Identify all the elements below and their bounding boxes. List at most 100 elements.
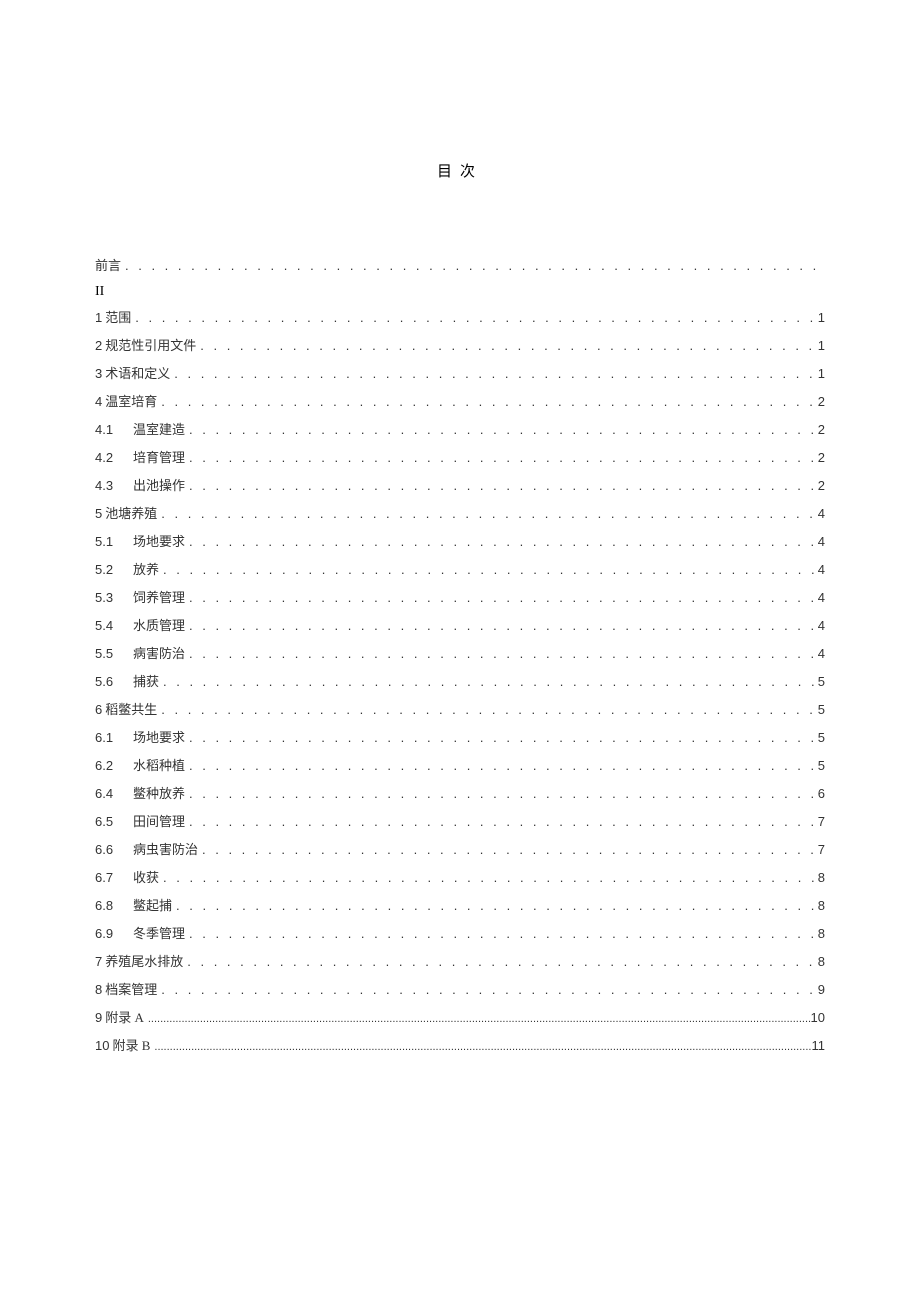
toc-dots: . . . . . . . . . . . . . . . . . . . . … bbox=[159, 560, 818, 580]
toc-entry-label: 病害防治 bbox=[133, 644, 185, 664]
toc-entry-label: 捕获 bbox=[133, 672, 159, 692]
toc-entry-label: 养殖尾水排放 bbox=[105, 952, 183, 972]
toc-entry-number: 4 bbox=[95, 392, 102, 412]
toc-page-number: 5 bbox=[818, 672, 825, 692]
toc-dots: . . . . . . . . . . . . . . . . . . . . … bbox=[157, 392, 818, 412]
toc-dots: . . . . . . . . . . . . . . . . . . . . … bbox=[198, 840, 818, 860]
toc-entry: 6.9冬季管理. . . . . . . . . . . . . . . . .… bbox=[95, 924, 825, 944]
toc-dots: . . . . . . . . . . . . . . . . . . . . … bbox=[185, 756, 818, 776]
document-page: 目次 前言. . . . . . . . . . . . . . . . . .… bbox=[0, 0, 920, 1056]
toc-entry-number: 10 bbox=[95, 1036, 109, 1056]
toc-entry-label: 范围 bbox=[105, 308, 131, 328]
toc-dots: . . . . . . . . . . . . . . . . . . . . … bbox=[157, 504, 818, 524]
toc-entry-preface: 前言. . . . . . . . . . . . . . . . . . . … bbox=[95, 256, 825, 276]
toc-entry-label: 水质管理 bbox=[133, 616, 185, 636]
toc-entry: 5.6捕获. . . . . . . . . . . . . . . . . .… bbox=[95, 672, 825, 692]
toc-dots: . . . . . . . . . . . . . . . . . . . . … bbox=[157, 980, 818, 1000]
toc-page-number: 8 bbox=[818, 952, 825, 972]
toc-entry-number: 6.4 bbox=[95, 784, 133, 804]
toc-dots: . . . . . . . . . . . . . . . . . . . . … bbox=[159, 868, 818, 888]
toc-entry-label: 培育管理 bbox=[133, 448, 185, 468]
toc-entry: 4.2培育管理. . . . . . . . . . . . . . . . .… bbox=[95, 448, 825, 468]
toc-entry-number: 9 bbox=[95, 1008, 102, 1028]
toc-entry: 6.7收获. . . . . . . . . . . . . . . . . .… bbox=[95, 868, 825, 888]
toc-entry-number: 7 bbox=[95, 952, 102, 972]
toc-entry: 6 稻鳖共生. . . . . . . . . . . . . . . . . … bbox=[95, 700, 825, 720]
toc-page-number: 2 bbox=[818, 392, 825, 412]
toc-entry-number: 4.1 bbox=[95, 420, 133, 440]
toc-entry-label: 病虫害防治 bbox=[133, 840, 198, 860]
toc-entry: 6.8鳖起捕. . . . . . . . . . . . . . . . . … bbox=[95, 896, 825, 916]
toc-entry-number: 4.3 bbox=[95, 476, 133, 496]
toc-entry: 6.6病虫害防治. . . . . . . . . . . . . . . . … bbox=[95, 840, 825, 860]
toc-dots: . . . . . . . . . . . . . . . . . . . . … bbox=[185, 784, 818, 804]
toc-title: 目次 bbox=[95, 160, 825, 181]
toc-entry-label: 田间管理 bbox=[133, 812, 185, 832]
toc-entry-number: 6.2 bbox=[95, 756, 133, 776]
toc-entry: 4 温室培育. . . . . . . . . . . . . . . . . … bbox=[95, 392, 825, 412]
toc-entry-number: 1 bbox=[95, 308, 102, 328]
toc-page-number: 8 bbox=[818, 868, 825, 888]
toc-page-number: 4 bbox=[818, 588, 825, 608]
toc-page-number: 8 bbox=[818, 924, 825, 944]
toc-page-number: 6 bbox=[818, 784, 825, 804]
toc-entry: 5.5病害防治. . . . . . . . . . . . . . . . .… bbox=[95, 644, 825, 664]
toc-dots: . . . . . . . . . . . . . . . . . . . . … bbox=[121, 256, 825, 276]
toc-entry: 5.3饲养管理. . . . . . . . . . . . . . . . .… bbox=[95, 588, 825, 608]
toc-entry: 5.4水质管理. . . . . . . . . . . . . . . . .… bbox=[95, 616, 825, 636]
toc-entry-label: 附录 A bbox=[105, 1008, 144, 1028]
toc-page-number: 11 bbox=[812, 1036, 826, 1056]
toc-dots: . . . . . . . . . . . . . . . . . . . . … bbox=[131, 308, 818, 328]
toc-entry-label: 温室建造 bbox=[133, 420, 185, 440]
toc-page-number: 8 bbox=[818, 896, 825, 916]
toc-entry: 10 附录 B.................................… bbox=[95, 1036, 825, 1056]
toc-page-number: 1 bbox=[818, 336, 825, 356]
toc-dots: . . . . . . . . . . . . . . . . . . . . … bbox=[185, 644, 818, 664]
toc-entry-label: 场地要求 bbox=[133, 728, 185, 748]
toc-entry-label: 温室培育 bbox=[105, 392, 157, 412]
toc-page-number: 4 bbox=[818, 504, 825, 524]
toc-entry-number: 5.1 bbox=[95, 532, 133, 552]
toc-entry-label: 术语和定义 bbox=[105, 364, 170, 384]
toc-page-number: 1 bbox=[818, 364, 825, 384]
toc-entry: 2 规范性引用文件. . . . . . . . . . . . . . . .… bbox=[95, 336, 825, 356]
toc-entry-label: 鳖种放养 bbox=[133, 784, 185, 804]
toc-dots: . . . . . . . . . . . . . . . . . . . . … bbox=[185, 448, 818, 468]
toc-page-number: 10 bbox=[811, 1008, 825, 1028]
toc-entry: 6.1场地要求. . . . . . . . . . . . . . . . .… bbox=[95, 728, 825, 748]
toc-dots: . . . . . . . . . . . . . . . . . . . . … bbox=[185, 728, 818, 748]
toc-entry-number: 4.2 bbox=[95, 448, 133, 468]
toc-entry-number: 2 bbox=[95, 336, 102, 356]
toc-entry-label: 池塘养殖 bbox=[105, 504, 157, 524]
toc-entry-number: 6.9 bbox=[95, 924, 133, 944]
toc-page-number: 9 bbox=[818, 980, 825, 1000]
toc-entry: 4.1温室建造. . . . . . . . . . . . . . . . .… bbox=[95, 420, 825, 440]
toc-dots: . . . . . . . . . . . . . . . . . . . . … bbox=[185, 588, 818, 608]
toc-page-number: 2 bbox=[818, 448, 825, 468]
toc-entry-label: 饲养管理 bbox=[133, 588, 185, 608]
toc-entry-number: 3 bbox=[95, 364, 102, 384]
toc-preface-page: II bbox=[95, 284, 825, 300]
toc-dots: ........................................… bbox=[144, 1011, 811, 1028]
toc-page-number: 5 bbox=[818, 756, 825, 776]
toc-entry-number: 5.3 bbox=[95, 588, 133, 608]
toc-entry: 6.5田间管理. . . . . . . . . . . . . . . . .… bbox=[95, 812, 825, 832]
toc-entry: 3 术语和定义. . . . . . . . . . . . . . . . .… bbox=[95, 364, 825, 384]
toc-dots: . . . . . . . . . . . . . . . . . . . . … bbox=[183, 952, 818, 972]
toc-entry-number: 6.1 bbox=[95, 728, 133, 748]
toc-entry-number: 5.4 bbox=[95, 616, 133, 636]
toc-page-number: 4 bbox=[818, 644, 825, 664]
toc-entry: 7 养殖尾水排放. . . . . . . . . . . . . . . . … bbox=[95, 952, 825, 972]
toc-dots: . . . . . . . . . . . . . . . . . . . . … bbox=[185, 532, 818, 552]
toc-entry-label: 档案管理 bbox=[105, 980, 157, 1000]
toc-entry-number: 6 bbox=[95, 700, 102, 720]
toc-dots: . . . . . . . . . . . . . . . . . . . . … bbox=[157, 700, 818, 720]
toc-entry: 6.2水稻种植. . . . . . . . . . . . . . . . .… bbox=[95, 756, 825, 776]
toc-entry-label: 水稻种植 bbox=[133, 756, 185, 776]
toc-entry-label: 附录 B bbox=[112, 1036, 150, 1056]
toc-container: 前言. . . . . . . . . . . . . . . . . . . … bbox=[95, 256, 825, 1056]
toc-entry-label: 冬季管理 bbox=[133, 924, 185, 944]
toc-entry: 1 范围. . . . . . . . . . . . . . . . . . … bbox=[95, 308, 825, 328]
toc-entry: 8 档案管理. . . . . . . . . . . . . . . . . … bbox=[95, 980, 825, 1000]
toc-entry-label: 鳖起捕 bbox=[133, 896, 172, 916]
